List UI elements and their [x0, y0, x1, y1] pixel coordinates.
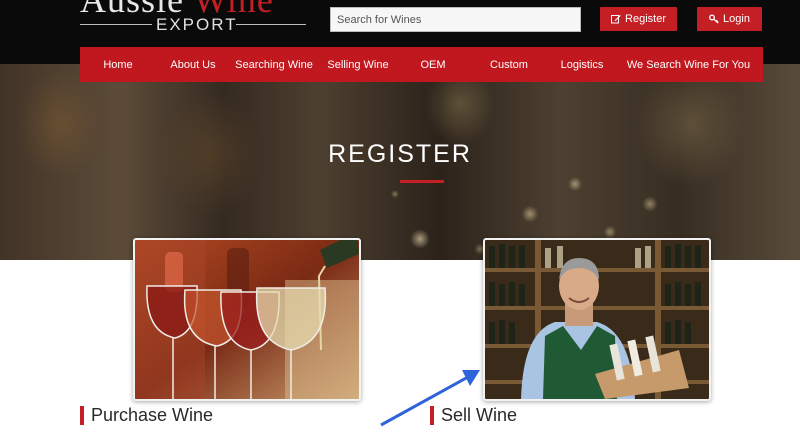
logo-text-export: EXPORT [156, 15, 238, 34]
search-input[interactable] [330, 7, 581, 32]
hero-banner: REGISTER [0, 64, 800, 260]
nav-item-custom[interactable]: Custom [468, 59, 550, 71]
edit-icon [611, 15, 621, 24]
heading-accent-bar [430, 405, 434, 425]
nav-item-home[interactable]: Home [80, 59, 156, 71]
nav-item-searching-wine[interactable]: Searching Wine [230, 59, 318, 71]
login-button[interactable]: Login [697, 7, 762, 31]
sell-wine-label: Sell Wine [441, 404, 518, 425]
nav-item-selling-wine[interactable]: Selling Wine [318, 59, 398, 71]
nav-item-we-search-wine[interactable]: We Search Wine For You [614, 59, 763, 71]
main-nav: Home About Us Searching Wine Selling Win… [80, 47, 763, 82]
login-label: Login [723, 13, 750, 25]
page-title: REGISTER [328, 140, 472, 168]
title-underline [400, 180, 444, 183]
site-logo[interactable]: Aussie Wine EXPORT [78, 0, 310, 34]
wine-glasses-pour-image [135, 240, 359, 399]
key-icon [709, 14, 719, 24]
purchase-wine-label: Purchase Wine [91, 404, 214, 425]
purchase-wine-heading[interactable]: Purchase Wine [80, 405, 213, 425]
nav-item-about-us[interactable]: About Us [156, 59, 230, 71]
logo-divider-right [236, 24, 306, 25]
register-label: Register [625, 13, 666, 25]
heading-accent-bar [80, 405, 84, 425]
register-button[interactable]: Register [600, 7, 677, 31]
nav-item-oem[interactable]: OEM [398, 59, 468, 71]
sell-wine-card[interactable] [483, 238, 711, 401]
nav-item-logistics[interactable]: Logistics [550, 59, 614, 71]
wine-seller-image [485, 240, 709, 399]
sell-wine-heading[interactable]: Sell Wine [430, 405, 517, 425]
logo-divider-left [80, 24, 152, 25]
purchase-wine-card[interactable] [133, 238, 361, 401]
